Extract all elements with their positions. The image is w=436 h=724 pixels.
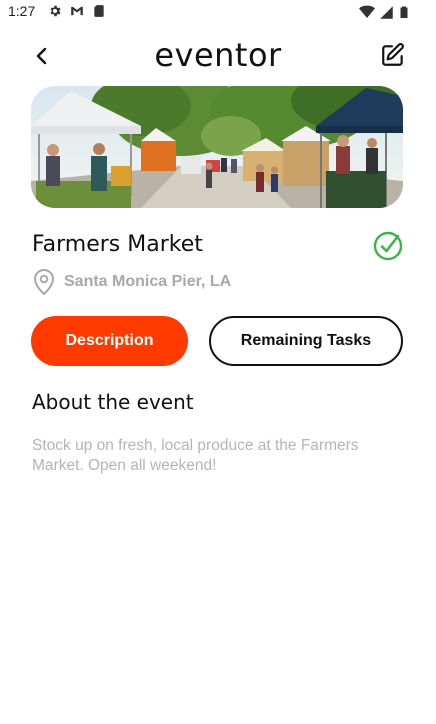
tab-description[interactable]: Description bbox=[31, 316, 188, 366]
status-icons-right bbox=[359, 4, 410, 20]
status-time: 1:27 bbox=[8, 3, 36, 19]
wifi-icon bbox=[359, 5, 375, 19]
status-icons-left bbox=[48, 4, 106, 18]
event-hero-image bbox=[31, 86, 403, 208]
about-description-text: Stock up on fresh, local produce at the … bbox=[32, 437, 359, 474]
tab-remaining-tasks[interactable]: Remaining Tasks bbox=[209, 316, 403, 366]
battery-icon bbox=[400, 6, 408, 18]
check-circle-icon[interactable] bbox=[372, 230, 404, 262]
event-title: Farmers Market bbox=[32, 232, 203, 257]
location-text: Santa Monica Pier, LA bbox=[64, 273, 232, 290]
status-bar: 1:27 bbox=[0, 0, 436, 24]
gmail-icon bbox=[71, 6, 83, 16]
app-header: eventor bbox=[0, 36, 436, 80]
app-title: eventor bbox=[154, 36, 282, 74]
gear-icon bbox=[50, 5, 61, 17]
edit-button[interactable] bbox=[380, 42, 406, 68]
event-location: Santa Monica Pier, LA bbox=[32, 268, 231, 296]
edit-icon bbox=[382, 43, 404, 66]
about-heading: About the event bbox=[32, 390, 194, 414]
sd-card-icon bbox=[94, 5, 104, 17]
location-pin-icon bbox=[33, 268, 55, 296]
signal-icon bbox=[380, 5, 393, 19]
